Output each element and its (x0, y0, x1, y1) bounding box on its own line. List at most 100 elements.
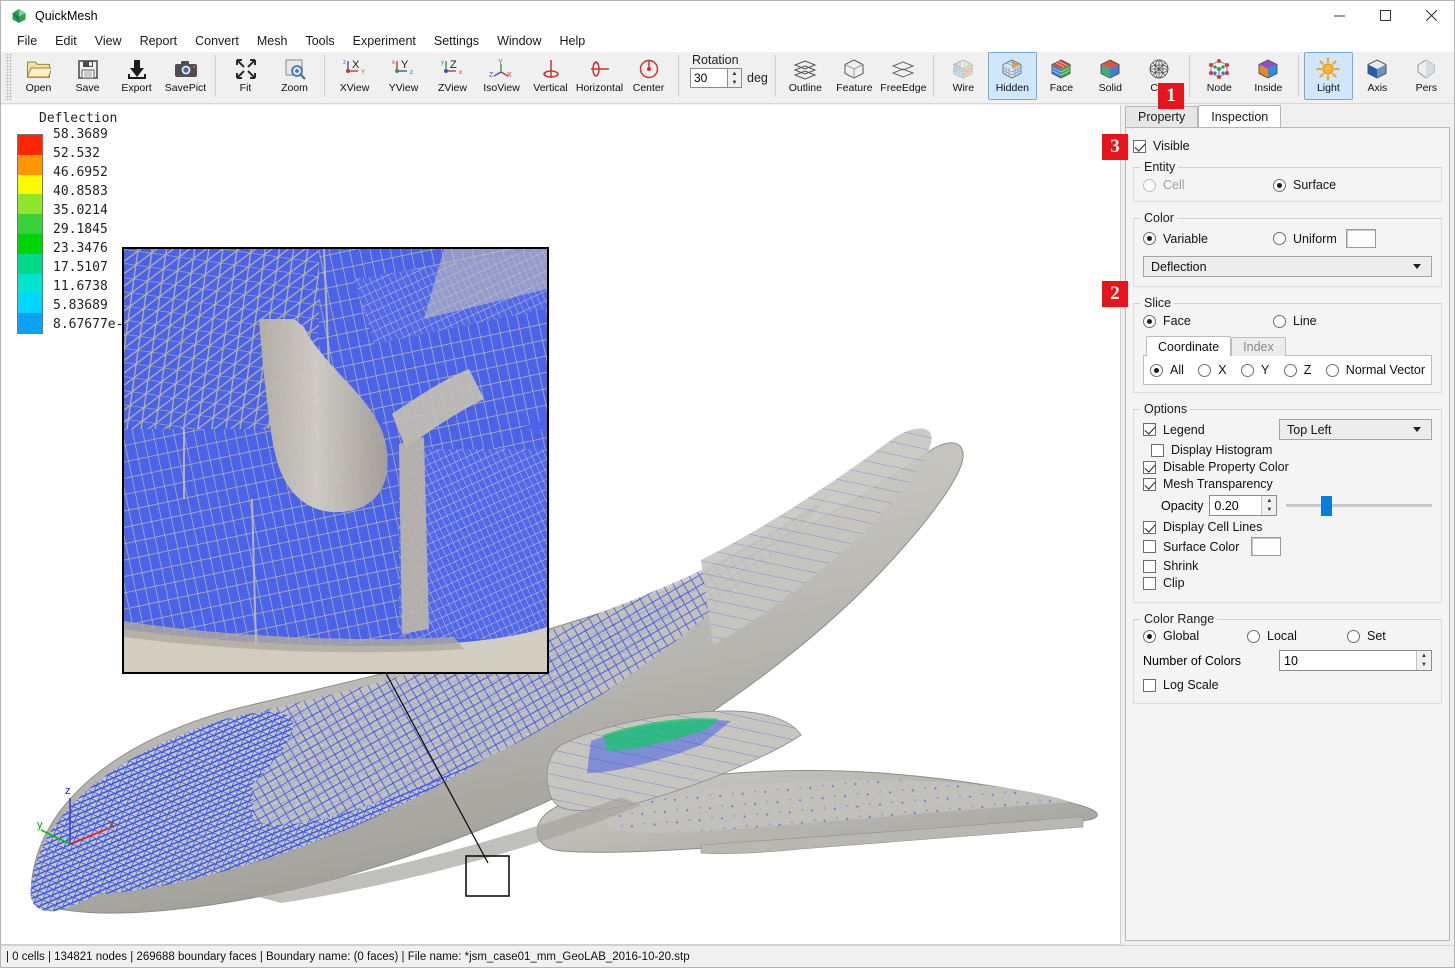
toolbar-center-button[interactable]: Center (624, 52, 673, 100)
surface-color-swatch[interactable] (1251, 537, 1282, 556)
legend-label-8: 11.6738 (53, 279, 108, 294)
color-range-set-radio[interactable]: Set (1347, 629, 1386, 643)
toolbar-feature-button[interactable]: Feature (830, 52, 879, 100)
menu-experiment[interactable]: Experiment (344, 31, 425, 51)
color-variable-radio[interactable]: Variable (1143, 232, 1273, 246)
color-range-local-radio[interactable]: Local (1247, 629, 1347, 643)
menu-convert[interactable]: Convert (186, 31, 248, 51)
toolbar-outline-button[interactable]: Outline (781, 52, 830, 100)
tab-property[interactable]: Property (1125, 106, 1199, 127)
shrink-checkbox[interactable]: Shrink (1143, 559, 1432, 573)
slice-axis-x-radio[interactable]: X (1198, 363, 1227, 377)
toolbar-solid-button[interactable]: Solid (1086, 52, 1135, 100)
subtab-coordinate[interactable]: Coordinate (1146, 336, 1232, 356)
toolbar-xview-button[interactable]: X z Y XView (330, 52, 379, 100)
toolbar-horizontal-button[interactable]: Horizontal (575, 52, 624, 100)
number-of-colors-spinner[interactable]: ▲ ▼ (1416, 651, 1431, 670)
uniform-color-swatch[interactable] (1345, 229, 1376, 248)
3d-viewport[interactable]: Deflection 58.3689 52.532 46.6952 40.858… (1, 105, 1121, 945)
tab-inspection[interactable]: Inspection (1198, 105, 1282, 127)
slice-subtabs: Coordinate Index (1143, 336, 1432, 356)
wireframe-cube-icon (949, 56, 977, 82)
histogram-checkbox[interactable]: Display Histogram (1151, 443, 1432, 457)
toolbar-hidden-button[interactable]: Hidden (987, 52, 1037, 100)
toolbar-savepict-button[interactable]: SavePict (161, 52, 210, 100)
color-group: Color Variable Uniform Deflection (1133, 211, 1442, 287)
toolbar-node-button[interactable]: Node (1195, 52, 1244, 100)
slice-axis-panel: All X Y Z Normal Vector (1143, 355, 1432, 385)
maximize-button[interactable] (1362, 1, 1408, 30)
toolbar-vertical-button[interactable]: Vertical (526, 52, 575, 100)
checkbox-box (1143, 559, 1156, 573)
close-button[interactable] (1408, 1, 1454, 30)
menu-report[interactable]: Report (131, 31, 187, 51)
entity-surface-radio[interactable]: Surface (1273, 178, 1336, 192)
slice-axis-z-radio[interactable]: Z (1283, 363, 1311, 377)
menu-file[interactable]: File (8, 31, 46, 51)
color-range-global-radio[interactable]: Global (1143, 629, 1247, 643)
svg-text:z: z (343, 60, 346, 66)
log-scale-checkbox[interactable]: Log Scale (1143, 678, 1432, 692)
toolbar-pers-button[interactable]: Pers (1402, 52, 1451, 100)
shrink-label: Shrink (1163, 559, 1199, 573)
entity-cell-radio[interactable]: Cell (1143, 178, 1273, 192)
toolbar-save-button[interactable]: Save (63, 52, 112, 100)
rotate-horizontal-icon (586, 56, 614, 82)
menu-edit[interactable]: Edit (46, 31, 86, 51)
minimize-button[interactable] (1316, 1, 1362, 30)
slice-line-radio[interactable]: Line (1273, 314, 1317, 328)
slider-knob[interactable] (1321, 495, 1333, 516)
menu-view[interactable]: View (86, 31, 131, 51)
display-cell-lines-checkbox[interactable]: Display Cell Lines (1143, 520, 1432, 534)
opacity-slider[interactable] (1286, 495, 1432, 516)
toolbar-wire-button[interactable]: Wire (939, 52, 988, 100)
variable-combo[interactable]: Deflection (1143, 256, 1432, 277)
toolbar-face-label: Face (1049, 82, 1074, 94)
rotation-spinner[interactable]: ▲ ▼ (728, 68, 742, 88)
toolbar-zview-button[interactable]: Z y x ZView (428, 52, 477, 100)
menu-mesh[interactable]: Mesh (248, 31, 297, 51)
menu-tools[interactable]: Tools (296, 31, 343, 51)
slice-axis-all-radio[interactable]: All (1150, 363, 1184, 377)
clip-checkbox[interactable]: Clip (1143, 576, 1432, 590)
legend-checkbox[interactable]: Legend (1143, 423, 1279, 437)
slice-axis-normal-label: Normal Vector (1345, 363, 1425, 377)
toolbar-pers-label: Pers (1415, 82, 1438, 94)
toolbar-yview-button[interactable]: Y x z YView (379, 52, 428, 100)
toolbar-isoview-button[interactable]: Y Z X IsoView (477, 52, 526, 100)
slice-face-radio[interactable]: Face (1143, 314, 1273, 328)
radio-dot (1241, 363, 1255, 377)
slice-axis-normal-radio[interactable]: Normal Vector (1325, 363, 1425, 377)
rotate-vertical-icon (537, 56, 565, 82)
toolbar-fit-button[interactable]: Fit (221, 52, 270, 100)
rotation-input[interactable]: 30 (690, 68, 728, 88)
opacity-input[interactable]: 0.20 ▲ ▼ (1209, 495, 1278, 516)
visible-checkbox[interactable]: Visible (1133, 139, 1442, 153)
subtab-index[interactable]: Index (1231, 337, 1286, 356)
toolbar-separator-2 (324, 55, 325, 97)
toolbar-axis-button[interactable]: Axis (1353, 52, 1402, 100)
number-of-colors-input[interactable]: 10 ▲ ▼ (1279, 650, 1432, 671)
variable-combo-value: Deflection (1151, 259, 1207, 274)
toolbar-export-button[interactable]: Export (112, 52, 161, 100)
toolbar-face-button[interactable]: Face (1037, 52, 1086, 100)
toolbar-open-button[interactable]: Open (14, 52, 63, 100)
toolbar-freeedge-button[interactable]: FreeEdge (879, 52, 928, 100)
toolbar-inside-button[interactable]: Inside (1244, 52, 1293, 100)
toolbar-grip[interactable] (5, 54, 12, 100)
menu-help[interactable]: Help (551, 31, 595, 51)
toolbar-zoom-button[interactable]: Zoom (270, 52, 319, 100)
mesh-transparency-checkbox[interactable]: Mesh Transparency (1143, 477, 1432, 491)
toolbar-light-button[interactable]: Light (1303, 52, 1353, 100)
color-uniform-radio[interactable]: Uniform (1273, 232, 1337, 246)
surface-color-checkbox[interactable]: Surface Color (1143, 540, 1239, 554)
opacity-spinner[interactable]: ▲ ▼ (1261, 496, 1277, 515)
menu-settings[interactable]: Settings (425, 31, 488, 51)
disable-property-color-checkbox[interactable]: Disable Property Color (1143, 460, 1432, 474)
legend-position-combo[interactable]: Top Left (1279, 419, 1432, 440)
feature-cube-icon (840, 56, 868, 82)
slice-axis-y-radio[interactable]: Y (1241, 363, 1269, 377)
menu-window[interactable]: Window (488, 31, 550, 51)
status-bar: | 0 cells | 134821 nodes | 269688 bounda… (1, 945, 1454, 967)
checkbox-box (1143, 460, 1156, 474)
